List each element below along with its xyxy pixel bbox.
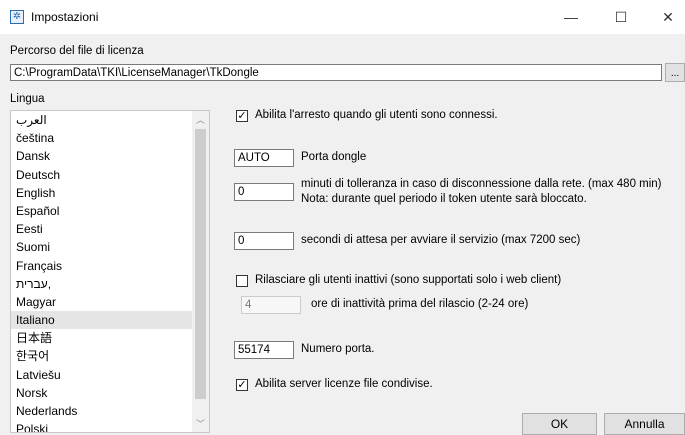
minimize-button[interactable]: — xyxy=(548,0,594,34)
inactive-hours-input[interactable]: 4 xyxy=(241,296,301,314)
tolerance-note: Nota: durante quel periodo il token uten… xyxy=(301,193,587,205)
tolerance-input[interactable]: 0 xyxy=(234,183,294,201)
language-item[interactable]: čeština xyxy=(11,129,209,147)
language-item[interactable]: Eesti xyxy=(11,220,209,238)
language-item[interactable]: Latviešu xyxy=(11,366,209,384)
wait-seconds-label: secondi di attesa per avviare il servizi… xyxy=(301,234,581,246)
language-item[interactable]: Deutsch xyxy=(11,166,209,184)
scroll-thumb[interactable] xyxy=(195,129,206,399)
language-item[interactable]: עברית, xyxy=(11,275,209,293)
shared-files-label: Abilita server licenze file condivise. xyxy=(255,378,433,390)
inactive-hours-label: ore di inattività prima del rilascio (2-… xyxy=(311,298,529,310)
stop-when-connected-label: Abilita l'arresto quando gli utenti sono… xyxy=(255,109,498,121)
language-item[interactable]: Polski xyxy=(11,420,209,432)
close-button[interactable]: ✕ xyxy=(645,0,685,34)
browse-button[interactable]: ... xyxy=(665,63,685,82)
port-number-input[interactable]: 55174 xyxy=(234,341,294,359)
language-item[interactable]: Nederlands xyxy=(11,402,209,420)
maximize-button[interactable]: ☐ xyxy=(598,0,644,34)
port-number-label: Numero porta. xyxy=(301,343,375,355)
language-items: العرب čeština Dansk Deutsch English Español Ee… xyxy=(11,111,209,432)
ok-button[interactable]: OK xyxy=(522,413,597,435)
language-item[interactable]: Suomi xyxy=(11,238,209,256)
language-item[interactable]: العرب xyxy=(11,111,209,129)
wait-seconds-input[interactable]: 0 xyxy=(234,232,294,250)
license-path-input[interactable]: C:\ProgramData\TKI\LicenseManager\TkDong… xyxy=(10,64,662,81)
scroll-up-arrow-icon[interactable]: ︿ xyxy=(192,113,209,126)
tolerance-label: minuti di tolleranza in caso di disconne… xyxy=(301,178,662,190)
cancel-button[interactable]: Annulla xyxy=(604,413,685,435)
stop-when-connected-checkbox[interactable]: ✓ xyxy=(236,110,248,122)
shared-files-checkbox[interactable]: ✓ xyxy=(236,379,248,391)
language-item[interactable]: Dansk xyxy=(11,147,209,165)
language-item[interactable]: Español xyxy=(11,202,209,220)
title-bar: ✲ Impostazioni — ☐ ✕ xyxy=(0,0,685,34)
settings-gear-icon: ✲ xyxy=(10,10,24,24)
release-inactive-label: Rilasciare gli utenti inattivi (sono sup… xyxy=(255,274,562,286)
language-item[interactable]: 한국어 xyxy=(11,347,209,365)
scroll-down-arrow-icon[interactable]: ﹀ xyxy=(192,417,209,430)
language-item[interactable]: 日本語 xyxy=(11,329,209,347)
dongle-port-input[interactable]: AUTO xyxy=(234,149,294,167)
window-title: Impostazioni xyxy=(31,10,99,24)
language-item[interactable]: Français xyxy=(11,257,209,275)
dongle-port-label: Porta dongle xyxy=(301,151,367,163)
language-item[interactable]: Magyar xyxy=(11,293,209,311)
language-item[interactable]: Norsk xyxy=(11,384,209,402)
language-item[interactable]: English xyxy=(11,184,209,202)
language-label: Lingua xyxy=(10,93,45,105)
release-inactive-checkbox[interactable] xyxy=(236,275,248,287)
language-list[interactable]: العرب čeština Dansk Deutsch English Español Ee… xyxy=(10,110,210,433)
license-path-label: Percorso del file di licenza xyxy=(10,45,144,57)
language-item[interactable]: Italiano xyxy=(11,311,209,330)
language-scrollbar[interactable]: ︿ ﹀ xyxy=(192,111,209,432)
